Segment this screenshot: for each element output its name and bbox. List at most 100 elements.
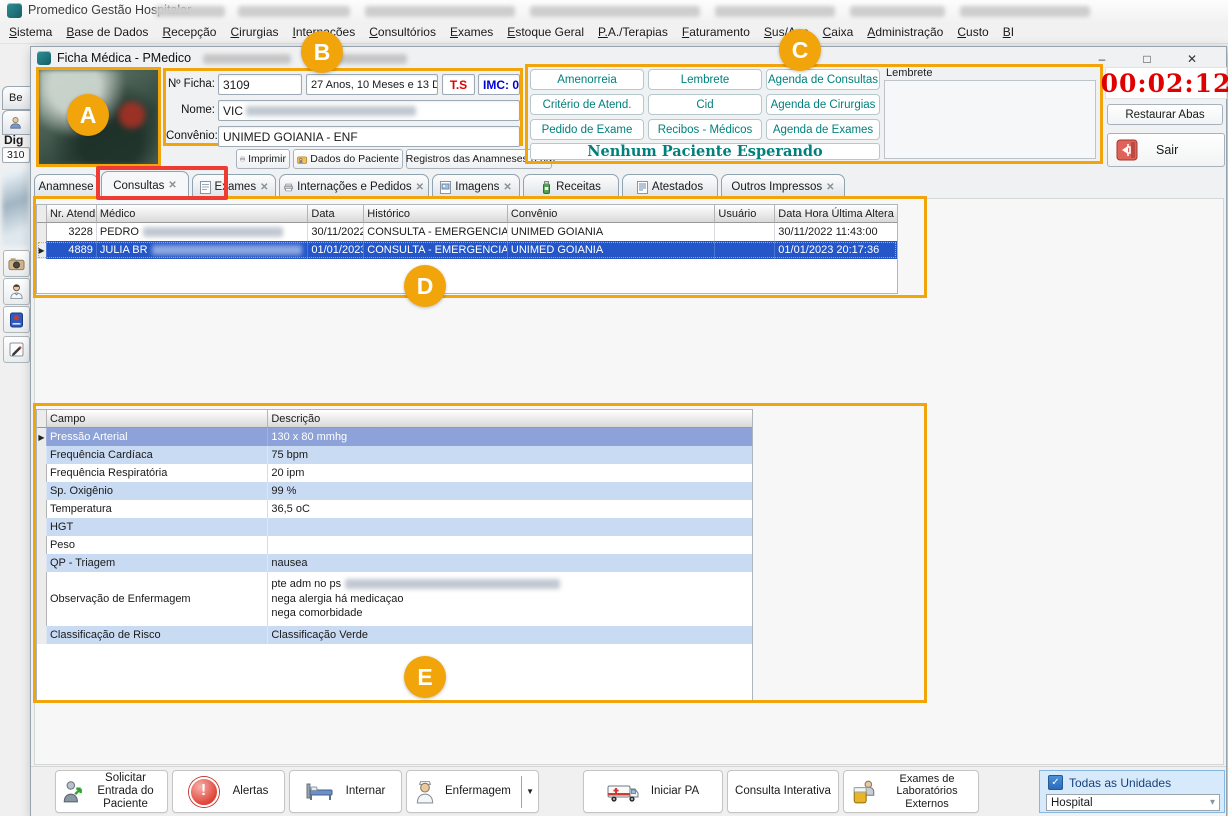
tab-close-icon[interactable]: ✕ xyxy=(260,182,268,193)
col-descricao[interactable]: Descrição xyxy=(268,410,752,428)
alertas-button[interactable]: ! Alertas xyxy=(172,770,285,813)
triagem-row[interactable]: Peso xyxy=(37,536,752,554)
imprimir-button[interactable]: Imprimir xyxy=(236,149,290,169)
menu-sistema[interactable]: Sistema xyxy=(2,22,59,43)
criterio-atend-button[interactable]: Critério de Atend. xyxy=(530,94,644,115)
nome-input[interactable]: VIC xyxy=(218,100,520,121)
unidade-combobox[interactable]: Hospital ▾ xyxy=(1046,794,1220,811)
notes-pen-icon-button[interactable] xyxy=(3,336,30,363)
menu-exames[interactable]: Exames xyxy=(443,22,500,43)
tab-outros-impressos[interactable]: Outros Impressos ✕ xyxy=(721,174,845,199)
row-gutter xyxy=(37,518,47,536)
menu-recepcao[interactable]: Recepção xyxy=(155,22,223,43)
tab-close-icon[interactable]: ✕ xyxy=(826,182,834,193)
row-gutter xyxy=(37,626,47,644)
cid-button[interactable]: Cid xyxy=(648,94,762,115)
menu-cirurgias[interactable]: Cirurgias xyxy=(223,22,285,43)
triagem-row-selected[interactable]: ▶ Pressão Arterial 130 x 80 mmhg xyxy=(37,428,752,446)
menu-pa-terapias[interactable]: P.A./Terapias xyxy=(591,22,675,43)
triagem-row[interactable]: Frequência Respiratória 20 ipm xyxy=(37,464,752,482)
consulta-row-selected[interactable]: ▶ 4889 JULIA BR 01/01/2023 CONSULTA - EM… xyxy=(37,241,897,259)
triagem-row[interactable]: Frequência Cardíaca 75 bpm xyxy=(37,446,752,464)
pedido-exame-button[interactable]: Pedido de Exame xyxy=(530,119,644,140)
tab-exames[interactable]: Exames ✕ xyxy=(192,174,276,199)
tab-label: Consultas xyxy=(113,180,164,192)
amenorreia-button[interactable]: Amenorreia xyxy=(530,69,644,90)
triagem-row[interactable]: Sp. Oxigênio 99 % xyxy=(37,482,752,500)
lembrete-button[interactable]: Lembrete xyxy=(648,69,762,90)
col-historico[interactable]: Histórico xyxy=(364,205,508,223)
tab-close-icon[interactable]: ✕ xyxy=(503,182,511,193)
doctor-icon-button[interactable] xyxy=(3,278,30,305)
lembrete-box[interactable] xyxy=(884,80,1096,159)
col-usuario[interactable]: Usuário xyxy=(715,205,775,223)
checkbox-checked-icon[interactable]: ✓ xyxy=(1048,775,1063,790)
triagem-row[interactable]: QP - Triagem nausea xyxy=(37,554,752,572)
iniciar-pa-label: Iniciar PA xyxy=(651,785,699,798)
tab-receitas[interactable]: Receitas xyxy=(523,174,619,199)
enfermagem-button[interactable]: Enfermagem ▼ xyxy=(406,770,539,813)
consulta-row[interactable]: 3228 PEDRO 30/11/2022 CONSULTA - EMERGEN… xyxy=(37,223,897,241)
triagem-row[interactable]: HGT xyxy=(37,518,752,536)
agenda-consultas-button[interactable]: Agenda de Consultas xyxy=(766,69,880,90)
background-ficha-input[interactable]: 310 xyxy=(2,147,30,163)
tab-imagens[interactable]: Imagens ✕ xyxy=(432,174,520,199)
tab-close-icon[interactable]: ✕ xyxy=(416,182,424,193)
menu-faturamento[interactable]: Faturamento xyxy=(675,22,757,43)
col-ultima-alteracao[interactable]: Data Hora Última Altera xyxy=(775,205,897,223)
menu-administracao[interactable]: Administração xyxy=(860,22,950,43)
row-gutter xyxy=(37,223,47,241)
redacted-observacao xyxy=(345,579,560,589)
agenda-exames-button[interactable]: Agenda de Exames xyxy=(766,119,880,140)
col-data[interactable]: Data xyxy=(308,205,364,223)
menu-estoque-geral[interactable]: Estoque Geral xyxy=(500,22,591,43)
sair-button[interactable]: Sair xyxy=(1107,133,1225,167)
triagem-row[interactable]: Temperatura 36,5 oC xyxy=(37,500,752,518)
tabstrip: Anamnese Consultas ✕ Exames ✕ Internaçõe… xyxy=(34,171,845,199)
tab-consultas[interactable]: Consultas ✕ xyxy=(101,171,189,199)
iniciar-pa-button[interactable]: Iniciar PA xyxy=(583,770,723,813)
ficha-value: 3109 xyxy=(223,78,250,92)
tab-anamnese[interactable]: Anamnese xyxy=(34,174,98,199)
redacted-patient-name xyxy=(246,106,416,116)
menu-base-de-dados[interactable]: Base de Dados xyxy=(59,22,155,43)
observacao-line1: pte adm no ps xyxy=(271,577,560,592)
exames-laboratorios-label: Exames de Laboratórios Externos xyxy=(884,773,970,811)
exames-laboratorios-externos-button[interactable]: Exames de Laboratórios Externos xyxy=(843,770,979,813)
pen-icon xyxy=(9,342,24,357)
cell-descricao: nausea xyxy=(268,554,752,572)
tab-internacoes-e-pedidos[interactable]: Internações e Pedidos ✕ xyxy=(279,174,429,199)
ficha-input[interactable]: 3109 xyxy=(218,74,302,95)
ts-button[interactable]: T.S xyxy=(442,74,475,95)
recibos-medicos-button[interactable]: Recibos - Médicos xyxy=(648,119,762,140)
lembrete-button-label: Lembrete xyxy=(681,74,730,86)
menu-caixa[interactable]: Caixa xyxy=(816,22,861,43)
book-icon-button[interactable] xyxy=(3,306,30,333)
todas-unidades-checkbox-row[interactable]: ✓ Todas as Unidades xyxy=(1048,775,1171,790)
restaurar-abas-button[interactable]: Restaurar Abas xyxy=(1107,104,1223,125)
dados-do-paciente-button[interactable]: Dados do Paciente xyxy=(293,149,403,169)
camera-icon-button[interactable] xyxy=(3,250,30,277)
tab-atestados[interactable]: Atestados xyxy=(622,174,718,199)
imc-button[interactable]: IMC: 0 xyxy=(478,74,520,95)
menu-bi[interactable]: BI xyxy=(996,22,1021,43)
menu-consultorios[interactable]: Consultórios xyxy=(362,22,443,43)
col-campo[interactable]: Campo xyxy=(47,410,268,428)
age-value: 27 Anos, 10 Meses e 13 Dia: xyxy=(311,79,438,91)
convenio-value: UNIMED GOIANIA - ENF xyxy=(223,130,358,144)
convenio-input[interactable]: UNIMED GOIANIA - ENF xyxy=(218,126,520,147)
tab-close-icon[interactable]: ✕ xyxy=(168,180,176,191)
cell-descricao: Classificação Verde xyxy=(268,626,752,644)
triagem-row-observacao[interactable]: Observação de Enfermagem pte adm no ps n… xyxy=(37,572,752,626)
col-medico[interactable]: Médico xyxy=(97,205,309,223)
cell-descricao: 75 bpm xyxy=(268,446,752,464)
menu-custo[interactable]: Custo xyxy=(950,22,995,43)
internar-button[interactable]: Internar xyxy=(289,770,402,813)
consulta-interativa-button[interactable]: Consulta Interativa xyxy=(727,770,839,813)
col-nr-atendim[interactable]: Nr. Atendim xyxy=(47,205,97,223)
enfermagem-dropdown[interactable]: ▼ xyxy=(521,776,534,808)
triagem-row[interactable]: Classificação de Risco Classificação Ver… xyxy=(37,626,752,644)
col-convenio[interactable]: Convênio xyxy=(508,205,716,223)
agenda-cirurgias-button[interactable]: Agenda de Cirurgias xyxy=(766,94,880,115)
solicitar-entrada-button[interactable]: Solicitar Entrada do Paciente xyxy=(55,770,168,813)
